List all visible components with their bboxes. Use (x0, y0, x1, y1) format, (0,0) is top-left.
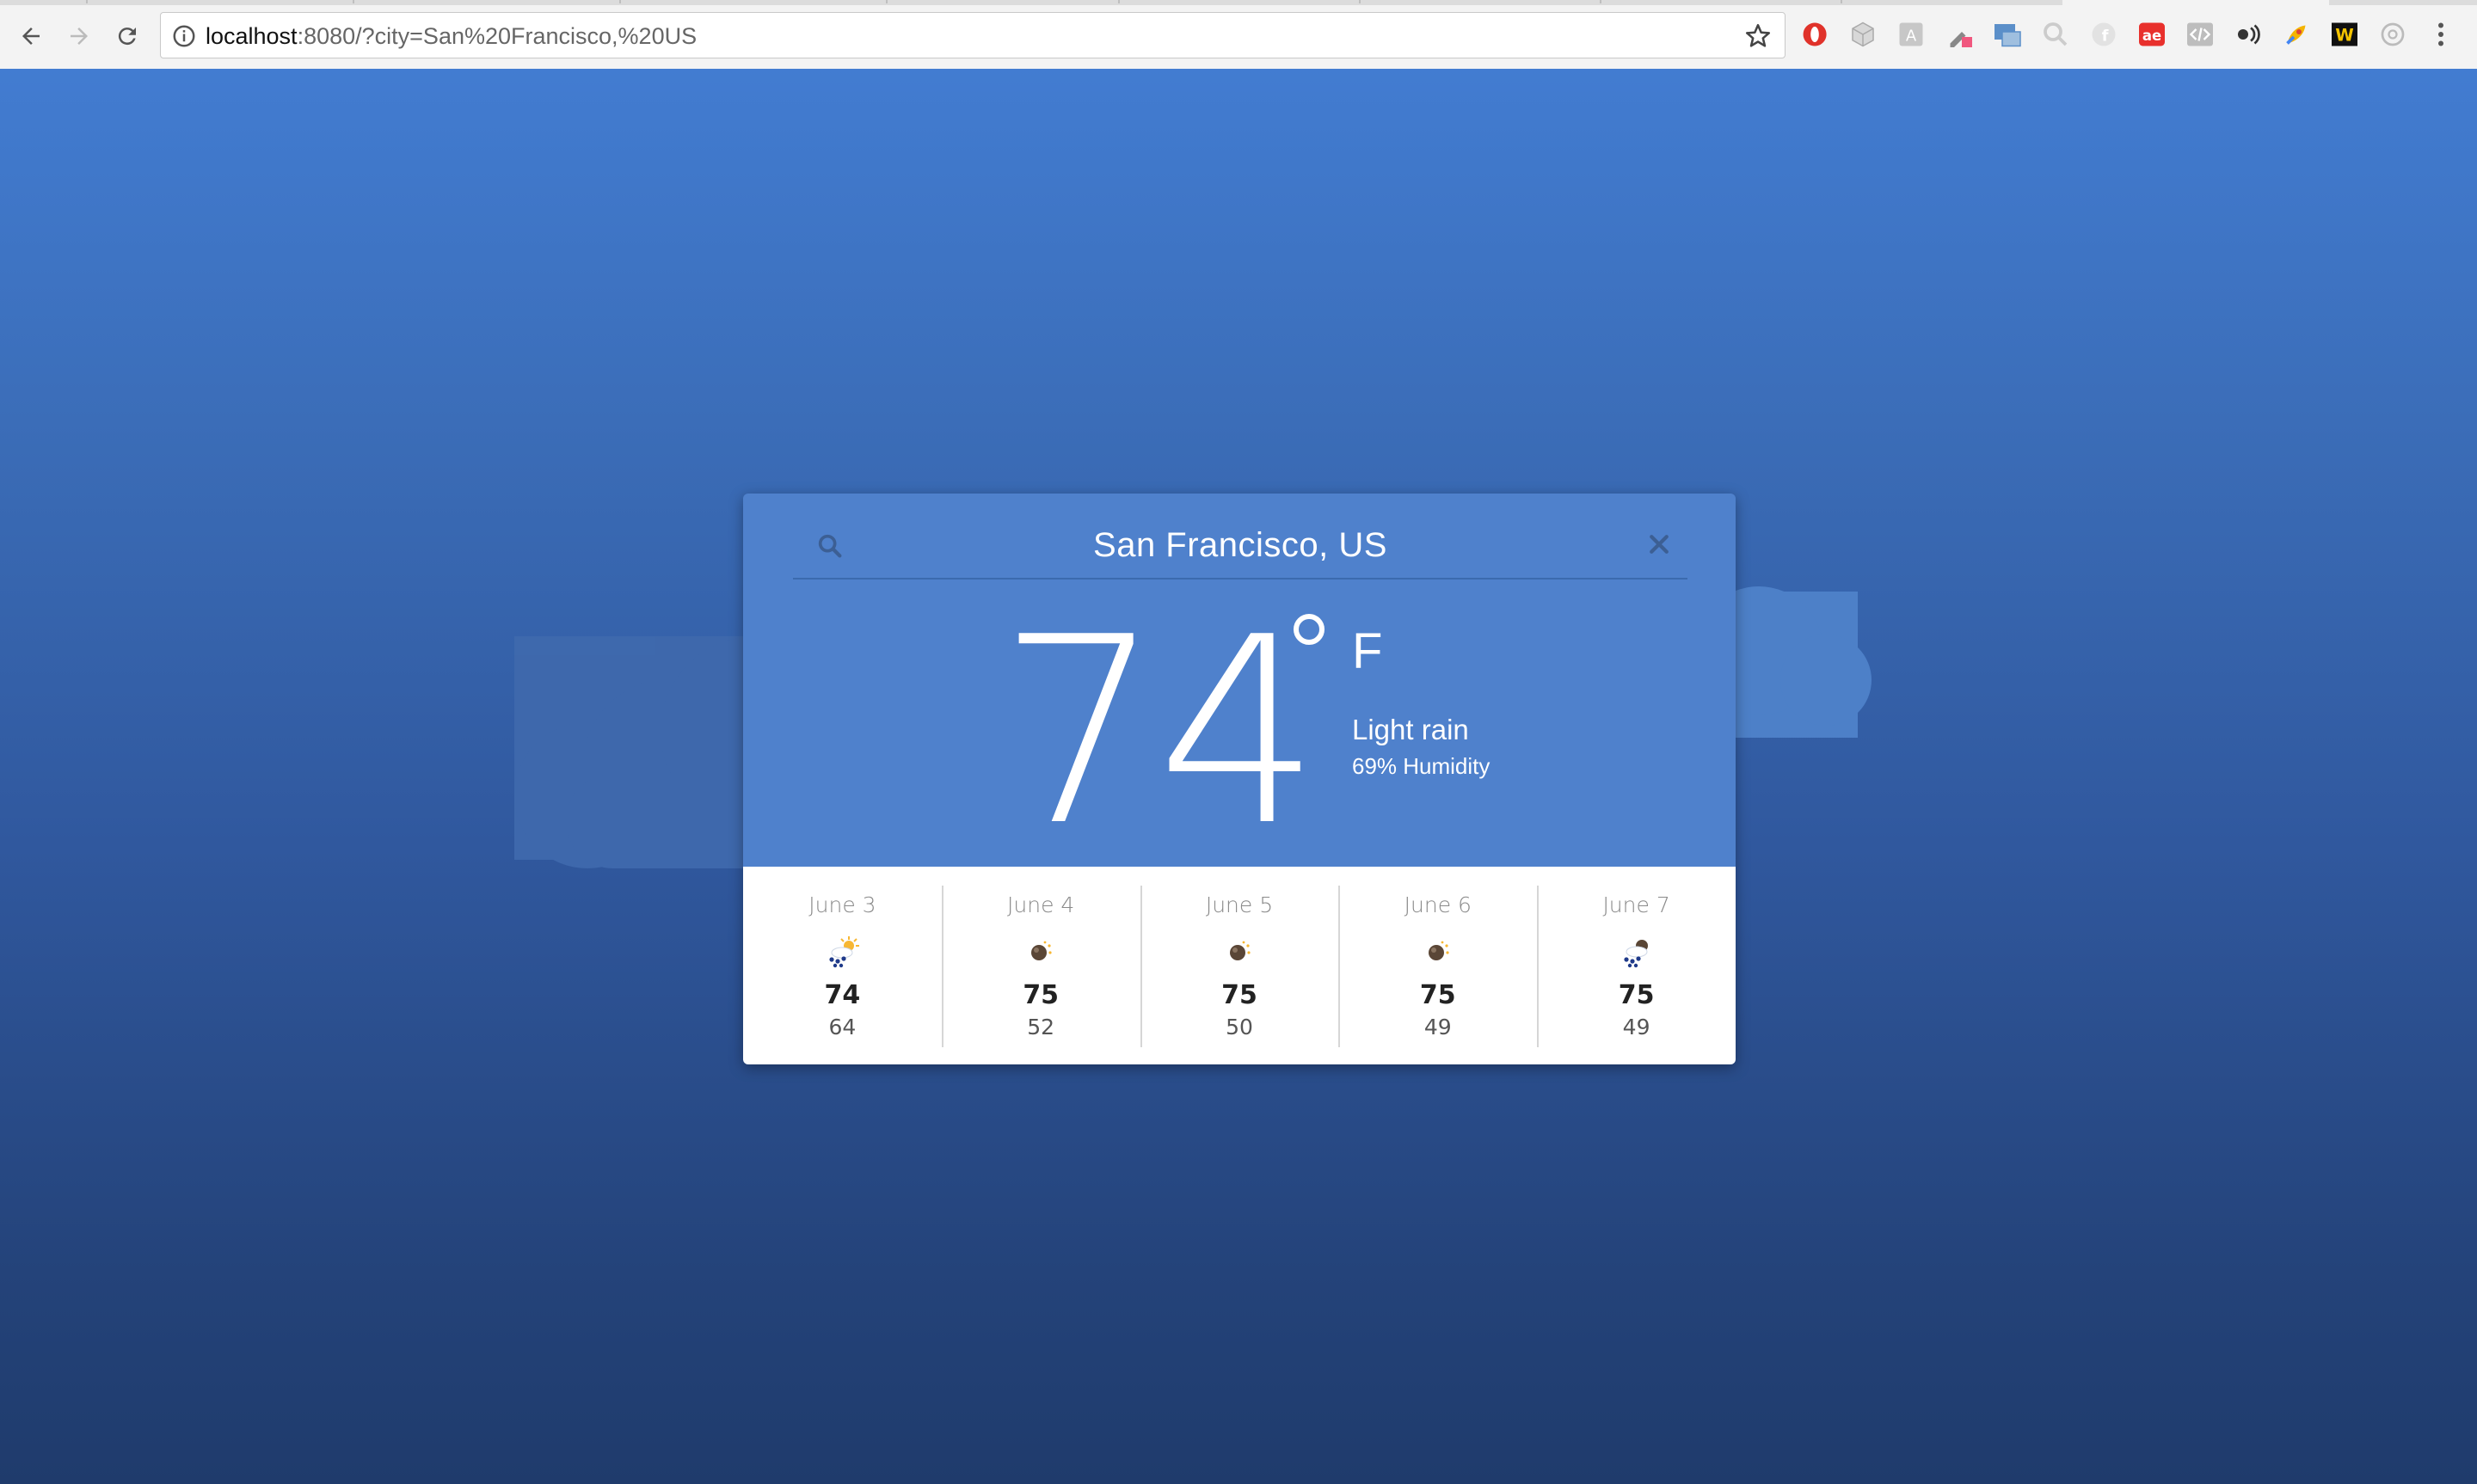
dark-sun-icon (1229, 941, 1251, 960)
current-weather-panel: San Francisco, US 74 F Light rain 69% Hu… (743, 494, 1736, 867)
close-icon[interactable] (1646, 531, 1672, 557)
url-path: :8080/?city=San%20Francisco,%20US (297, 23, 698, 49)
forecast-date: June 6 (1404, 892, 1472, 917)
forecast-low: 49 (1423, 1015, 1452, 1039)
facebook-icon[interactable]: f (2088, 19, 2119, 50)
address-bar[interactable]: localhost:8080/?city=San%20Francisco,%20… (160, 12, 1786, 58)
code-icon[interactable] (2185, 19, 2216, 50)
forecast-day: June 3 74 64 (743, 867, 942, 1064)
url-host: localhost (206, 23, 298, 49)
rocket-icon[interactable] (2281, 19, 2312, 50)
svg-text:A: A (1906, 28, 1917, 46)
opera-icon[interactable] (1799, 19, 1830, 50)
translate-icon[interactable]: A (1896, 19, 1927, 50)
audio-icon[interactable] (2233, 19, 2264, 50)
forecast-date: June 4 (1007, 892, 1075, 917)
w-logo-icon[interactable]: W (2329, 19, 2360, 50)
cube-icon[interactable] (1847, 19, 1878, 50)
weather-description: Light rain (1352, 714, 1469, 745)
dark-sun-icon (1428, 941, 1449, 960)
weather-card: San Francisco, US 74 F Light rain 69% Hu… (743, 494, 1736, 1064)
forecast-date: June 7 (1602, 892, 1670, 917)
ae-icon[interactable]: ae (2136, 19, 2167, 50)
window-icon[interactable] (1992, 19, 2023, 50)
forecast-high: 75 (1221, 980, 1257, 1010)
reload-icon (118, 28, 136, 46)
search-bar[interactable]: San Francisco, US (793, 512, 1687, 579)
forecast-day: June 6 75 49 (1338, 867, 1537, 1064)
weather-app-background: San Francisco, US 74 F Light rain 69% Hu… (0, 69, 2477, 1484)
w-logo-label: W (2335, 26, 2354, 46)
forecast-low: 52 (1027, 1015, 1055, 1039)
back-button[interactable] (12, 17, 50, 55)
forward-button[interactable] (60, 17, 98, 55)
forecast-high: 75 (1419, 980, 1456, 1010)
dark-sun-icon (1031, 941, 1052, 960)
forecast-low: 50 (1226, 1015, 1253, 1039)
humidity: 69% Humidity (1352, 753, 1491, 779)
forecast-date: June 5 (1205, 892, 1274, 917)
ae-label: ae (2142, 28, 2161, 44)
circle-icon[interactable] (2377, 19, 2408, 50)
current-temperature: 74 (998, 582, 1321, 882)
magnifier-icon[interactable] (2040, 19, 2071, 50)
active-tab[interactable] (2062, 0, 2329, 5)
forecast-day: June 4 75 52 (941, 867, 1140, 1064)
reload-button[interactable] (108, 17, 146, 55)
rain-cloud-icon (1623, 940, 1648, 968)
forecast-day: June 7 75 49 (1537, 867, 1736, 1064)
forecast-date: June 3 (808, 892, 876, 917)
browser-toolbar: localhost:8080/?city=San%20Francisco,%20… (0, 0, 2477, 70)
forecast-panel: June 3 74 64 June 4 75 52 June 5 75 50 J… (743, 867, 1736, 1064)
city-input[interactable]: San Francisco, US (793, 526, 1687, 565)
url-text[interactable]: localhost:8080/?city=San%20Francisco,%20… (206, 23, 697, 49)
eyedropper-icon[interactable] (1944, 19, 1975, 50)
forecast-high: 75 (1023, 980, 1060, 1010)
forecast-high: 75 (1618, 980, 1655, 1010)
forecast-day: June 5 75 50 (1140, 867, 1339, 1064)
svg-text:f: f (2102, 28, 2109, 46)
info-icon[interactable] (171, 23, 197, 49)
forecast-low: 64 (828, 1015, 857, 1039)
bookmark-star-icon[interactable] (1743, 21, 1773, 51)
forecast-high: 74 (824, 980, 861, 1010)
rain-cloud-sun-icon (829, 936, 860, 968)
arrow-left-icon (22, 28, 40, 45)
arrow-right-icon (71, 28, 88, 45)
temperature-unit: F (1352, 623, 1383, 679)
tab-strip (0, 0, 2477, 5)
forecast-low: 49 (1622, 1015, 1650, 1039)
degree-symbol (1294, 614, 1325, 645)
menu-dots-icon[interactable] (2425, 19, 2456, 50)
forecast-list: June 3 74 64 June 4 75 52 June 5 75 50 J… (743, 867, 1736, 1064)
